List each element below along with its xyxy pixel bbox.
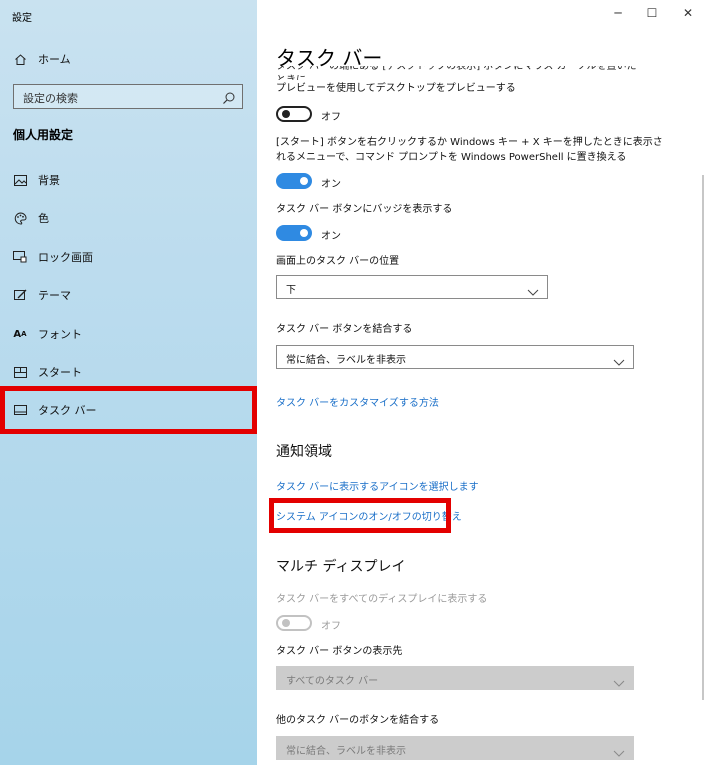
powershell-description-line2: れるメニューで、コマンド プロンプトを Windows PowerShell に…: [276, 152, 627, 163]
powershell-toggle-state: オン: [321, 179, 341, 190]
search-input[interactable]: 設定の検索: [13, 84, 243, 109]
home-icon: [13, 52, 27, 66]
badges-description: タスク バー ボタンにバッジを表示する: [276, 204, 453, 215]
palette-icon: [13, 211, 27, 225]
truncated-description: タスク バーの端にある [デスクトップの表示] ボタンにマウス カーソルを置いた…: [276, 66, 646, 80]
buttons-on-dropdown[interactable]: すべてのタスク バー: [276, 666, 634, 690]
sidebar-item-background[interactable]: 背景: [0, 162, 257, 198]
badges-toggle[interactable]: [276, 225, 312, 241]
sidebar: 設定 ホーム 設定の検索 個人用設定 背景 色 ロック画面 テーマ A A フォ…: [0, 0, 257, 765]
toggle-knob: [300, 229, 308, 237]
lock-screen-icon: [13, 250, 27, 264]
nav-home[interactable]: ホーム: [0, 41, 257, 77]
badges-toggle-state: オン: [321, 231, 341, 242]
show-all-displays-state: オフ: [321, 621, 341, 632]
nav-home-label: ホーム: [38, 53, 71, 66]
sidebar-item-label: 背景: [38, 174, 60, 187]
combine-other-value: 常に結合、ラベルを非表示: [286, 746, 406, 757]
sidebar-item-theme[interactable]: テーマ: [0, 277, 257, 313]
toggle-knob: [300, 177, 308, 185]
location-label: 画面上のタスク バーの位置: [276, 256, 400, 267]
combine-value: 常に結合、ラベルを非表示: [286, 355, 406, 366]
sidebar-item-lock-screen[interactable]: ロック画面: [0, 239, 257, 275]
powershell-toggle[interactable]: [276, 173, 312, 189]
sidebar-item-taskbar[interactable]: タスク バー: [0, 392, 257, 428]
customize-taskbar-link[interactable]: タスク バーをカスタマイズする方法: [276, 394, 439, 409]
combine-dropdown[interactable]: 常に結合、ラベルを非表示: [276, 345, 634, 369]
toggle-knob: [282, 619, 290, 627]
section-title: 個人用設定: [13, 128, 74, 142]
chevron-down-icon: [613, 673, 625, 687]
select-icons-link[interactable]: タスク バーに表示するアイコンを選択します: [276, 478, 479, 493]
start-icon: [13, 365, 27, 379]
buttons-on-label: タスク バー ボタンの表示先: [276, 646, 403, 657]
search-placeholder: 設定の検索: [23, 92, 78, 105]
image-icon: [13, 173, 27, 187]
buttons-on-value: すべてのタスク バー: [286, 676, 379, 687]
truncated-description-text: タスク バーの端にある [デスクトップの表示] ボタンにマウス カーソルを置いた…: [276, 66, 637, 80]
sidebar-item-label: 色: [38, 212, 49, 225]
notification-area-heading: 通知領域: [276, 444, 332, 460]
location-value: 下: [286, 285, 296, 296]
sidebar-item-label: ロック画面: [38, 251, 93, 264]
chevron-down-icon: [613, 743, 625, 757]
combine-label: タスク バー ボタンを結合する: [276, 324, 413, 335]
sidebar-item-start[interactable]: スタート: [0, 354, 257, 390]
sidebar-item-font[interactable]: AA フォント: [0, 316, 257, 352]
location-dropdown[interactable]: 下: [276, 275, 548, 299]
close-button[interactable]: ✕: [677, 4, 699, 22]
minimize-button[interactable]: ─: [607, 4, 629, 22]
show-all-displays-toggle[interactable]: [276, 615, 312, 631]
chevron-down-icon: [613, 352, 625, 366]
sidebar-item-label: テーマ: [38, 289, 71, 302]
chevron-down-icon: [527, 282, 539, 296]
system-icons-link[interactable]: システム アイコンのオン/オフの切り替え: [276, 508, 462, 523]
sidebar-item-label: スタート: [38, 366, 82, 379]
font-icon: AA: [13, 328, 27, 340]
taskbar-icon: [13, 403, 27, 417]
sidebar-item-label: タスク バー: [38, 404, 97, 417]
search-icon[interactable]: [222, 90, 236, 104]
peek-toggle-state: オフ: [321, 112, 341, 123]
scrollbar[interactable]: [702, 175, 704, 700]
sidebar-item-color[interactable]: 色: [0, 200, 257, 236]
theme-icon: [13, 288, 27, 302]
powershell-description-line1: [スタート] ボタンを右クリックするか Windows キー + X キーを押し…: [276, 137, 663, 148]
peek-description: プレビューを使用してデスクトップをプレビューする: [276, 83, 516, 94]
peek-toggle[interactable]: [276, 106, 312, 122]
show-all-displays-label: タスク バーをすべてのディスプレイに表示する: [276, 594, 488, 605]
main-pane: ─ ☐ ✕ タスク バー タスク バーの端にある [デスクトップの表示] ボタン…: [257, 0, 707, 765]
app-title: 設定: [12, 13, 32, 24]
sidebar-item-label: フォント: [38, 328, 82, 341]
toggle-knob: [282, 110, 290, 118]
combine-other-dropdown[interactable]: 常に結合、ラベルを非表示: [276, 736, 634, 760]
multi-display-heading: マルチ ディスプレイ: [276, 559, 406, 575]
combine-other-label: 他のタスク バーのボタンを結合する: [276, 715, 440, 726]
maximize-button[interactable]: ☐: [641, 4, 663, 22]
